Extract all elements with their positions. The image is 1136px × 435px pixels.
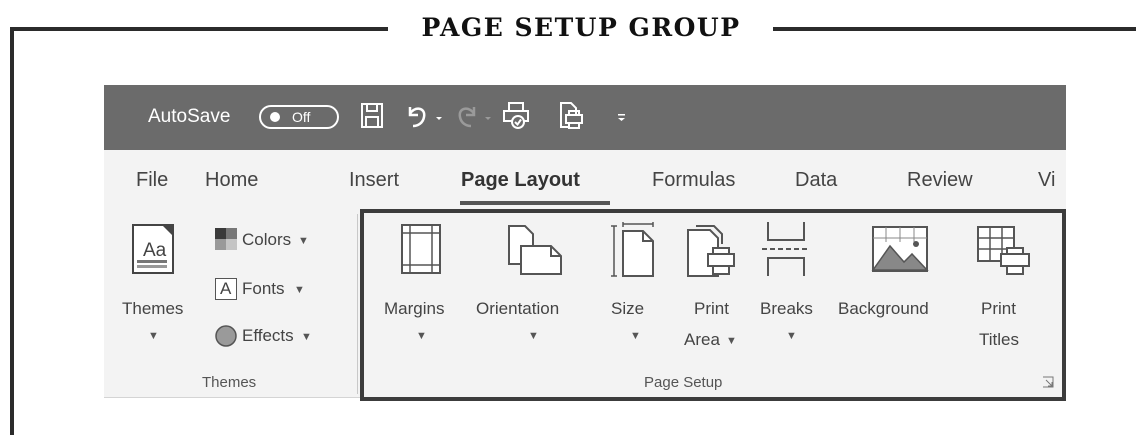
tab-home[interactable]: Home <box>205 169 258 192</box>
colors-icon <box>215 228 237 250</box>
tab-file[interactable]: File <box>136 169 168 192</box>
effects-label: Effects <box>242 326 294 345</box>
autosave-state: Off <box>292 109 311 125</box>
toggle-knob <box>270 112 280 122</box>
tab-formulas[interactable]: Formulas <box>652 169 735 192</box>
page-setup-highlight <box>360 209 1066 401</box>
themes-icon-text: Aa <box>143 240 167 261</box>
redo-icon[interactable] <box>454 101 480 131</box>
print-preview-icon[interactable] <box>502 101 532 131</box>
fonts-label: Fonts <box>242 279 285 298</box>
effects-dropdown-icon: ▼ <box>301 331 312 343</box>
themes-label: Themes <box>122 299 184 318</box>
frame-line-vertical <box>10 27 14 435</box>
print-icon[interactable] <box>558 101 586 131</box>
active-tab-indicator <box>460 201 610 205</box>
frame-line-left <box>10 27 388 31</box>
customize-icon[interactable] <box>616 101 628 131</box>
tab-view[interactable]: Vi <box>1038 169 1055 192</box>
fonts-dropdown-icon: ▼ <box>294 284 305 296</box>
colors-dropdown-icon: ▼ <box>298 235 309 247</box>
redo-dropdown-icon[interactable] <box>483 101 493 131</box>
themes-dropdown-icon: ▼ <box>148 330 159 342</box>
ribbon-tabs: File Home Insert Page Layout Formulas Da… <box>104 150 1066 208</box>
tab-review[interactable]: Review <box>907 169 973 192</box>
frame-line-right <box>773 27 1136 31</box>
tab-insert[interactable]: Insert <box>349 169 399 192</box>
tab-page-layout[interactable]: Page Layout <box>461 169 580 192</box>
undo-icon[interactable] <box>404 101 430 131</box>
undo-dropdown-icon[interactable] <box>434 101 444 131</box>
fonts-icon-text: A <box>220 279 232 298</box>
effects-icon <box>215 325 237 347</box>
colors-label: Colors <box>242 230 292 249</box>
tab-data[interactable]: Data <box>795 169 837 192</box>
figure-title: PAGE SETUP GROUP <box>421 13 741 42</box>
group-separator <box>357 214 358 394</box>
themes-group-label: Themes <box>202 374 257 391</box>
save-icon[interactable] <box>360 101 386 131</box>
autosave-label: AutoSave <box>148 106 231 127</box>
autosave-toggle[interactable]: Off <box>259 105 339 129</box>
title-bar: AutoSave Off <box>104 85 1066 150</box>
